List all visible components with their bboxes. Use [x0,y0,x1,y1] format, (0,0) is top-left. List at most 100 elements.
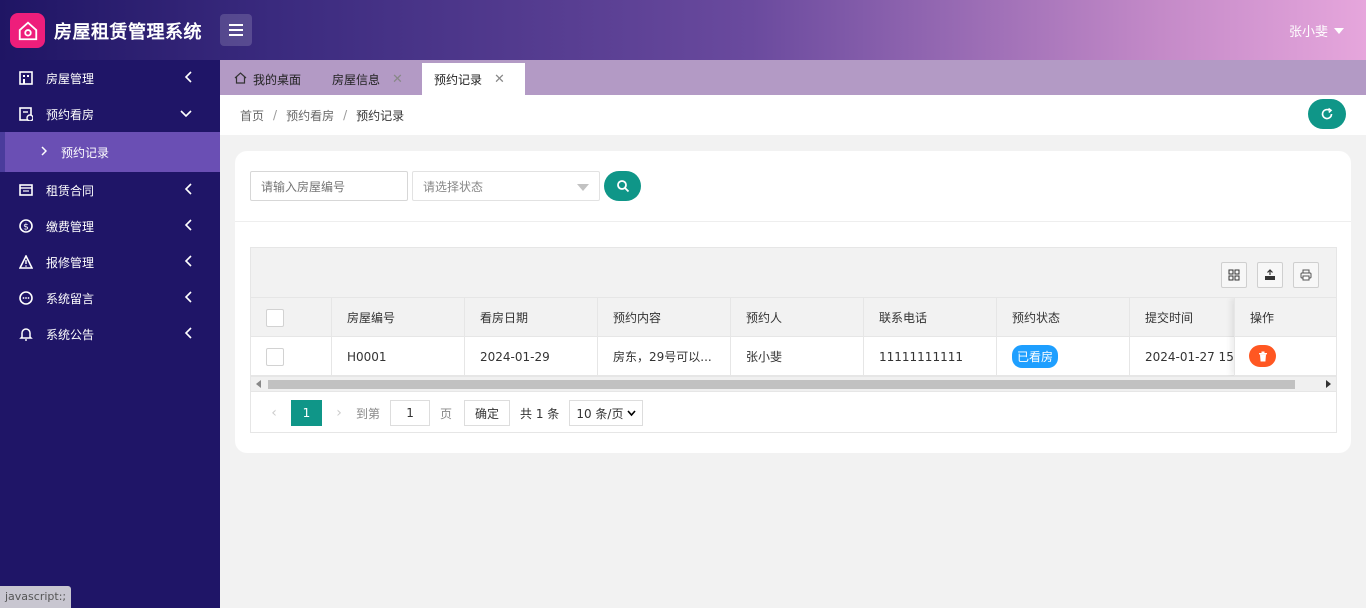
sidebar-item-contract[interactable]: 租赁合同 [0,172,220,208]
chevron-left-icon [184,327,192,342]
status-select[interactable]: 请选择状态 [412,171,600,201]
page-label: 页 [440,406,453,421]
column-header[interactable]: 预约状态 [997,298,1130,337]
close-icon[interactable]: ✕ [494,72,505,87]
sidebar-item-label: 预约看房 [46,107,95,122]
scrollbar-thumb[interactable] [268,380,1295,389]
sidebar: 房屋管理 预约看房 预约记录 租赁合同 $ 缴费管理 报修管理 系统留言 系统公… [0,60,220,608]
page-size-label: 10 条/页 [576,406,624,421]
prev-page-icon[interactable]: ‹ [263,405,285,421]
page-input[interactable]: 1 [390,400,431,426]
house-number-input[interactable]: 请输入房屋编号 [250,171,408,201]
next-page-icon[interactable]: › [328,405,350,421]
content-cell: 房东，29号可以... [598,337,731,376]
tab-appointment-record[interactable]: 预约记录 ✕ [422,63,525,95]
date-cell: 2024-01-29 [465,337,598,376]
tab-label: 我的桌面 [253,72,302,87]
column-header[interactable]: 提交时间 [1130,298,1236,337]
house-number-cell: H0001 [332,337,465,376]
chat-icon [18,290,34,306]
sidebar-item-label: 房屋管理 [46,71,95,86]
sidebar-item-appointment-record[interactable]: 预约记录 [0,132,220,172]
column-header[interactable]: 看房日期 [465,298,598,337]
print-button[interactable] [1293,262,1319,288]
main-card: 请输入房屋编号 请选择状态 房屋编号 看房日期 预约内容 预约人 联系电话 预约… [235,151,1351,453]
sidebar-item-payment[interactable]: $ 缴费管理 [0,208,220,244]
page-number-current[interactable]: 1 [291,400,322,426]
building-icon [18,70,34,86]
select-all-checkbox[interactable] [266,308,284,327]
tab-desktop[interactable]: 我的桌面 [222,63,313,95]
export-button[interactable] [1257,262,1283,288]
row-checkbox[interactable] [266,347,284,366]
breadcrumb-current: 预约记录 [356,108,405,123]
delete-button[interactable] [1249,345,1276,367]
status-select-placeholder: 请选择状态 [423,179,484,194]
trash-icon [1258,351,1267,361]
scroll-left-icon[interactable] [256,380,261,388]
contract-icon [18,182,34,198]
goto-label: 到第 [356,406,381,421]
scroll-right-icon[interactable] [1326,380,1331,388]
chevron-down-icon [180,107,192,121]
total-count: 共 1 条 [520,406,560,421]
horizontal-scrollbar[interactable] [251,376,1336,392]
chevron-left-icon [184,183,192,198]
sidebar-item-notice[interactable]: 系统公告 [0,316,220,352]
dollar-icon: $ [18,218,34,234]
column-header[interactable]: 联系电话 [864,298,997,337]
browser-status-bar: javascript:; [0,586,72,608]
sidebar-item-label: 系统留言 [46,291,95,306]
breadcrumb-home[interactable]: 首页 [240,107,264,124]
breadcrumb-appointment[interactable]: 预约看房 [286,107,334,124]
confirm-page-button[interactable]: 确定 [464,400,511,426]
search-icon [616,180,629,193]
submitted-cell: 2024-01-27 15:4... [1130,337,1236,376]
search-button[interactable] [604,171,641,201]
top-header: 房屋租赁管理系统 张小斐 [0,0,1366,60]
tab-house-info[interactable]: 房屋信息 ✕ [320,63,415,95]
tab-bar: 我的桌面 房屋信息 ✕ 预约记录 ✕ [220,60,1366,95]
chevron-left-icon [184,291,192,306]
table-toolbar [251,248,1336,298]
chevron-left-icon [184,71,192,86]
refresh-button[interactable] [1308,99,1346,129]
chevron-left-icon [184,219,192,234]
search-form: 请输入房屋编号 请选择状态 [250,171,641,201]
sidebar-item-message[interactable]: 系统留言 [0,280,220,316]
menu-toggle-button[interactable] [220,14,252,46]
table-grid: 房屋编号 看房日期 预约内容 预约人 联系电话 预约状态 提交时间 H0001 … [251,298,1336,376]
sidebar-item-repair[interactable]: 报修管理 [0,244,220,280]
export-icon [1265,269,1275,280]
caret-down-icon [1334,27,1344,34]
sidebar-item-label: 预约记录 [61,145,110,160]
person-cell: 张小斐 [731,337,864,376]
sidebar-item-label: 缴费管理 [46,219,95,234]
close-icon[interactable]: ✕ [392,72,403,87]
refresh-icon [1321,107,1333,120]
phone-cell: 11111111111 [864,337,997,376]
table-row: H0001 2024-01-29 房东，29号可以... 张小斐 1111111… [251,337,1336,376]
sidebar-item-label: 系统公告 [46,327,95,342]
sidebar-item-house[interactable]: 房屋管理 [0,60,220,96]
column-header[interactable]: 房屋编号 [332,298,465,337]
user-name: 张小斐 [1288,25,1328,40]
page-size-select[interactable]: 10 条/页 [569,400,644,426]
chevron-down-icon [627,410,636,417]
svg-text:$: $ [23,223,29,233]
operation-column: 操作 [1234,298,1336,376]
user-menu[interactable]: 张小斐 [1289,21,1344,40]
home-icon [234,71,247,87]
chevron-left-icon [184,255,192,270]
column-header[interactable]: 预约人 [731,298,864,337]
status-badge: 已看房 [1012,345,1059,368]
calendar-icon [18,106,34,122]
sidebar-item-appointment[interactable]: 预约看房 [0,96,220,132]
column-header: 操作 [1234,298,1336,337]
sidebar-item-label: 租赁合同 [46,183,95,198]
dropdown-arrow-icon [577,184,589,191]
column-header[interactable]: 预约内容 [598,298,731,337]
sidebar-item-label: 报修管理 [46,255,95,270]
app-title: 房屋租赁管理系统 [54,22,202,43]
column-filter-button[interactable] [1221,262,1247,288]
